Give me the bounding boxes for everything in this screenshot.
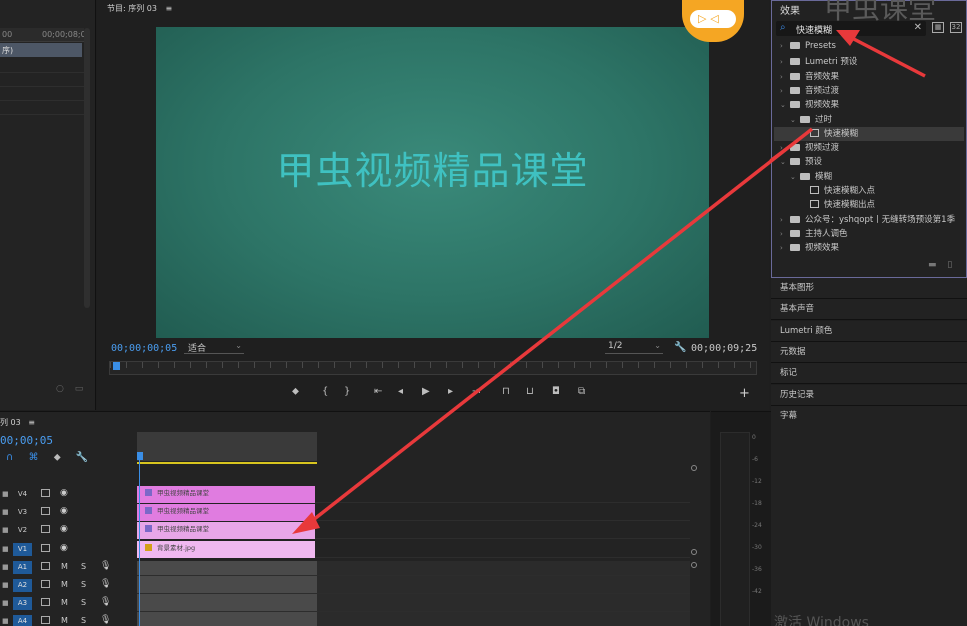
arrow-tail: [769, 129, 811, 161]
arrowhead-clip: [292, 512, 320, 534]
annotation-arrows: [292, 30, 926, 534]
arrowhead-search: [836, 30, 860, 46]
arrow-to-clip: [306, 127, 814, 526]
arrow-to-search: [847, 34, 926, 78]
